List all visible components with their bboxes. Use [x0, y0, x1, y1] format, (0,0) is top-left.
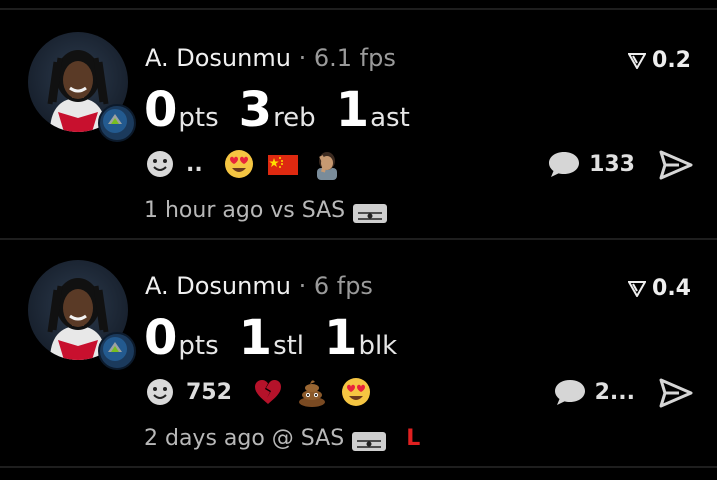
comment-bubble-icon — [554, 380, 585, 405]
comment-count: 2... — [594, 379, 635, 405]
poop-emoji-icon[interactable] — [296, 376, 328, 408]
stat-value: 1 — [335, 82, 369, 138]
stat-value: 3 — [238, 82, 272, 138]
share-button[interactable] — [659, 378, 693, 408]
stat-line: 0 pts 1 stl 1 blk — [144, 310, 417, 366]
team-logo-icon — [98, 332, 136, 370]
stat-value: 0 — [144, 310, 177, 366]
reaction-count: .. — [186, 151, 203, 177]
stat-label: blk — [358, 331, 398, 361]
comments-button[interactable]: 133 — [547, 150, 635, 178]
player-avatar[interactable] — [28, 260, 136, 370]
player-name[interactable]: A. Dosunmu — [145, 272, 291, 300]
stat-value: 1 — [324, 310, 357, 366]
vote-icon — [628, 280, 647, 297]
spurs-logo-icon — [352, 431, 387, 451]
player-avatar[interactable] — [28, 32, 136, 142]
stat-value: 0 — [144, 82, 177, 138]
fps-value: 6 fps — [313, 272, 373, 300]
broken-heart-emoji-icon[interactable] — [252, 376, 284, 408]
vote-score[interactable]: 0.4 — [628, 276, 691, 301]
stat-label: pts — [178, 103, 219, 133]
reactions-row: .. — [144, 148, 343, 180]
facepalm-person-emoji-icon[interactable] — [311, 148, 343, 180]
send-arrow-icon — [659, 150, 693, 180]
vote-icon — [628, 52, 647, 69]
player-name[interactable]: A. Dosunmu — [145, 44, 291, 72]
game-meta: 1 hour ago vs SAS — [144, 198, 407, 223]
stat-line: 0 pts 3 reb 1 ast — [144, 82, 430, 138]
china-flag-emoji-icon[interactable] — [267, 148, 299, 180]
stat-label: pts — [178, 331, 219, 361]
fps-value: 6.1 fps — [313, 44, 396, 72]
fps-separator: · — [298, 44, 314, 72]
heart-eyes-emoji-icon[interactable] — [223, 148, 255, 180]
comment-bubble-icon — [549, 152, 580, 177]
smile-emoji-icon[interactable] — [144, 376, 176, 408]
name-line: A. Dosunmu · 6 fps — [145, 272, 373, 300]
comment-count: 133 — [589, 151, 635, 177]
spurs-logo-icon — [353, 203, 388, 223]
game-result: L — [406, 426, 421, 451]
post-card[interactable]: A. Dosunmu · 6.1 fps 0.2 0 pts 3 reb 1 a… — [0, 10, 717, 238]
share-button[interactable] — [659, 150, 693, 180]
fps-separator: · — [298, 272, 314, 300]
game-time: 1 hour ago vs SAS — [144, 198, 346, 223]
vote-score[interactable]: 0.2 — [628, 48, 691, 73]
divider — [0, 466, 717, 468]
game-time: 2 days ago @ SAS — [144, 426, 345, 451]
send-arrow-icon — [659, 378, 693, 408]
name-line: A. Dosunmu · 6.1 fps — [145, 44, 396, 72]
stat-label: stl — [273, 331, 305, 361]
stat-label: reb — [273, 103, 316, 133]
post-card[interactable]: A. Dosunmu · 6 fps 0.4 0 pts 1 stl 1 blk… — [0, 238, 717, 466]
comments-button[interactable]: 2... — [553, 378, 635, 406]
game-meta: 2 days ago @ SAS L — [144, 426, 420, 451]
stat-value: 1 — [238, 310, 272, 366]
reaction-count: 752 — [186, 379, 232, 405]
feed: A. Dosunmu · 6.1 fps 0.2 0 pts 3 reb 1 a… — [0, 0, 717, 480]
smile-emoji-icon[interactable] — [144, 148, 176, 180]
reactions-row: 752 — [144, 376, 372, 408]
heart-eyes-emoji-icon[interactable] — [340, 376, 372, 408]
vote-score-value: 0.2 — [652, 48, 691, 73]
vote-score-value: 0.4 — [652, 276, 691, 301]
team-logo-icon — [98, 104, 136, 142]
stat-label: ast — [370, 103, 410, 133]
